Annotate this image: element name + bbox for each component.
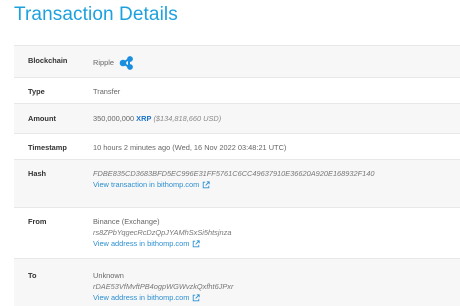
view-transaction-link-text: View transaction in bithomp.com xyxy=(93,180,200,189)
to-value: Unknown rDAE53VfMvftPB4ogpWGWvzkQxfht6JP… xyxy=(93,270,460,303)
amount-currency: XRP xyxy=(136,114,152,123)
external-link-icon xyxy=(193,293,201,301)
view-from-address-link[interactable]: View address in bithomp.com xyxy=(93,238,201,249)
type-value: Transfer xyxy=(93,87,121,96)
blockchain-name: Ripple xyxy=(93,57,114,67)
amount-value: 350,000,000 XRP ($134,818,660 USD) xyxy=(93,113,460,124)
view-from-address-link-text: View address in bithomp.com xyxy=(93,239,190,248)
blockchain-label: Blockchain xyxy=(28,56,68,65)
row-from: From Binance (Exchange) rs8ZPbYqgecRcDzQ… xyxy=(14,208,460,259)
hash-label: Hash xyxy=(28,169,47,178)
to-name: Unknown xyxy=(93,271,124,280)
page-title: Transaction Details xyxy=(14,4,178,25)
amount-usd: ($134,818,660 USD) xyxy=(153,114,222,123)
amount-quantity: 350,000,000 xyxy=(93,114,135,123)
hash-value: FDBE835CD3683BFD5EC996E31FF5761C6CC49637… xyxy=(93,168,460,190)
from-name: Binance (Exchange) xyxy=(93,217,160,226)
ripple-logo-icon xyxy=(119,56,133,70)
type-label: Type xyxy=(28,87,45,96)
from-value: Binance (Exchange) rs8ZPbYqgecRcDzQpJYAM… xyxy=(93,216,460,249)
timestamp-label: Timestamp xyxy=(28,143,67,152)
to-label: To xyxy=(28,271,37,280)
row-type: Type Transfer xyxy=(14,78,460,104)
row-amount: Amount 350,000,000 XRP ($134,818,660 USD… xyxy=(14,104,460,134)
transaction-hash: FDBE835CD3683BFD5EC996E31FF5761C6CC49637… xyxy=(93,169,375,178)
view-to-address-link[interactable]: View address in bithomp.com xyxy=(93,292,201,303)
transaction-details-table: Blockchain Ripple Type Transfer Amount 3… xyxy=(14,45,460,306)
to-address: rDAE53VfMvftPB4ogpWGWvzkQxfht6JPxr xyxy=(93,282,234,291)
view-to-address-link-text: View address in bithomp.com xyxy=(93,293,190,302)
amount-label: Amount xyxy=(28,114,56,123)
timestamp-value: 10 hours 2 minutes ago (Wed, 16 Nov 2022… xyxy=(93,143,287,152)
external-link-icon xyxy=(203,180,210,188)
row-to: To Unknown rDAE53VfMvftPB4ogpWGWvzkQxfht… xyxy=(14,259,460,306)
from-label: From xyxy=(28,217,47,226)
blockchain-value: Ripple xyxy=(93,55,460,70)
row-blockchain: Blockchain Ripple xyxy=(14,46,460,78)
external-link-icon xyxy=(193,239,201,247)
view-transaction-link[interactable]: View transaction in bithomp.com xyxy=(93,179,210,190)
row-hash: Hash FDBE835CD3683BFD5EC996E31FF5761C6CC… xyxy=(14,160,460,208)
from-address: rs8ZPbYqgecRcDzQpJYAMhSxSi5htsjnza xyxy=(93,228,232,237)
row-timestamp: Timestamp 10 hours 2 minutes ago (Wed, 1… xyxy=(14,134,460,160)
